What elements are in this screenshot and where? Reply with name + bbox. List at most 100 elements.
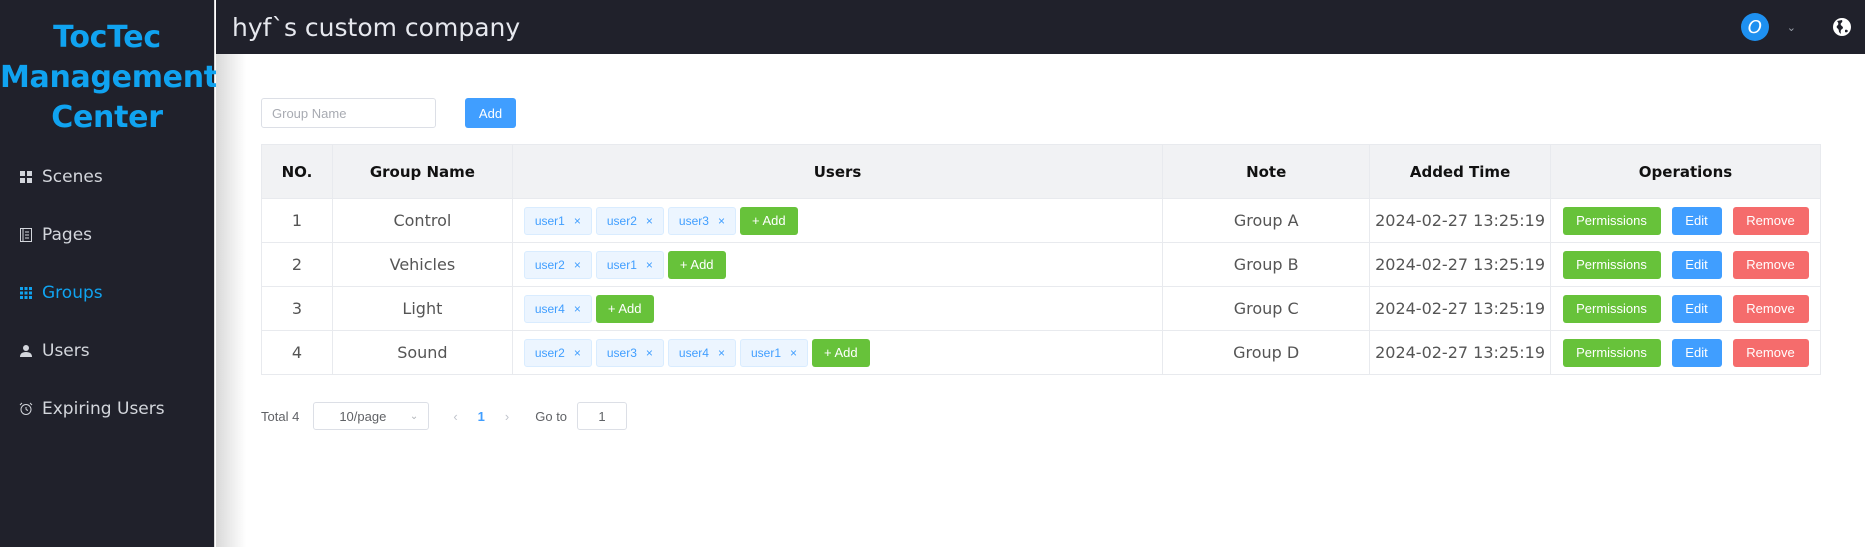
cell-added-time: 2024-02-27 13:25:19 (1369, 242, 1551, 287)
cell-added-time: 2024-02-27 13:25:19 (1369, 286, 1551, 331)
cell-group-name: Sound (331, 330, 513, 375)
close-icon[interactable]: × (646, 258, 653, 272)
content-edge-shadow (216, 54, 246, 547)
cell-added-time: 2024-02-27 13:25:19 (1369, 330, 1551, 375)
user-tag-label: user1 (750, 345, 781, 360)
permissions-button[interactable]: Permissions (1562, 294, 1661, 323)
cell-group-name: Vehicles (331, 242, 513, 287)
sidebar-item-expiring-users[interactable]: Expiring Users (0, 380, 214, 438)
user-tag: user3 × (667, 206, 736, 235)
close-icon[interactable]: × (718, 346, 725, 360)
cell-group-name: Light (331, 286, 513, 331)
close-icon[interactable]: × (646, 214, 653, 228)
next-page-button[interactable]: › (505, 409, 509, 424)
globe-icon[interactable] (1832, 17, 1852, 37)
table-row: 2 Vehicles user2 × user1 × + Add Group B 2024-02… (261, 242, 1821, 287)
goto-label: Go to (535, 408, 568, 424)
chevron-down-icon[interactable]: ⌄ (1787, 21, 1796, 34)
add-user-button[interactable]: + Add (667, 250, 726, 279)
top-header: hyf`s custom company O ⌄ (216, 0, 1865, 54)
table-row: 1 Control user1 × user2 × user3 × + Add Group A 20… (261, 198, 1821, 243)
cell-operations: Permissions Edit Remove (1550, 286, 1821, 331)
table-row: 4 Sound user2 × user3 × user4 × user1 × + Add Group… (261, 330, 1821, 375)
company-name: hyf`s custom company (232, 12, 521, 42)
apps-icon (19, 286, 33, 300)
permissions-button[interactable]: Permissions (1562, 250, 1661, 279)
sidebar-item-groups[interactable]: Groups (0, 264, 214, 322)
pagination: Total 4 10/page ⌄ ‹ 1 › Go to (261, 402, 1821, 430)
close-icon[interactable]: × (718, 214, 725, 228)
cell-no: 2 (261, 242, 333, 287)
user-tag-label: user1 (534, 213, 565, 228)
sidebar-item-label: Expiring Users (42, 399, 165, 419)
page-size-select[interactable]: 10/page ⌄ (313, 402, 430, 430)
column-header-no: NO. (261, 144, 333, 199)
cell-note: Group B (1162, 242, 1371, 287)
close-icon[interactable]: × (574, 302, 581, 316)
column-header-added-time: Added Time (1369, 144, 1551, 199)
remove-button[interactable]: Remove (1732, 294, 1809, 323)
user-tag: user1 × (595, 250, 664, 279)
avatar[interactable]: O (1740, 13, 1769, 41)
alarm-clock-icon (19, 402, 33, 416)
cell-no: 4 (261, 330, 333, 375)
user-tag: user4 × (523, 294, 592, 323)
toolbar: Add (261, 98, 1821, 128)
sidebar: TocTec Management Center Scenes Pages Gr… (0, 0, 218, 547)
brand-line: Center (51, 100, 163, 135)
close-icon[interactable]: × (574, 346, 581, 360)
cell-note: Group A (1162, 198, 1371, 243)
column-header-operations: Operations (1550, 144, 1821, 199)
cell-group-name: Control (331, 198, 513, 243)
table-header-row: NO. Group Name Users Note Added Time Ope… (261, 144, 1821, 199)
prev-page-button[interactable]: ‹ (453, 409, 457, 424)
goto-page-input[interactable] (577, 402, 628, 430)
add-user-button[interactable]: + Add (812, 338, 870, 367)
edit-button[interactable]: Edit (1671, 294, 1722, 323)
user-tag-label: user1 (606, 257, 637, 272)
close-icon[interactable]: × (574, 214, 581, 228)
edit-button[interactable]: Edit (1671, 206, 1722, 235)
permissions-button[interactable]: Permissions (1562, 338, 1661, 367)
document-icon (19, 228, 33, 242)
close-icon[interactable]: × (790, 346, 797, 360)
user-tag: user3 × (595, 338, 664, 367)
group-name-input[interactable] (261, 98, 436, 128)
add-user-button[interactable]: + Add (739, 206, 798, 235)
user-tag: user1 × (523, 206, 592, 235)
edit-button[interactable]: Edit (1671, 250, 1722, 279)
user-tag: user4 × (667, 338, 736, 367)
close-icon[interactable]: × (646, 346, 653, 360)
cell-operations: Permissions Edit Remove (1550, 198, 1821, 243)
page-size-value: 10/page (339, 408, 387, 424)
brand-logo: TocTec Management Center (0, 0, 218, 138)
main-content: Add NO. Group Name Users Note Added Time… (261, 98, 1821, 430)
user-icon (19, 344, 33, 358)
column-header-note: Note (1162, 144, 1371, 199)
remove-button[interactable]: Remove (1732, 250, 1809, 279)
operations-group: Permissions Edit Remove (1551, 294, 1820, 323)
remove-button[interactable]: Remove (1732, 206, 1809, 235)
column-header-users: Users (511, 144, 1164, 199)
page-number-current[interactable]: 1 (478, 409, 485, 424)
operations-group: Permissions Edit Remove (1551, 250, 1820, 279)
add-user-button[interactable]: + Add (595, 294, 654, 323)
cell-no: 1 (261, 198, 333, 243)
remove-button[interactable]: Remove (1732, 338, 1809, 367)
sidebar-item-users[interactable]: Users (0, 322, 214, 380)
permissions-button[interactable]: Permissions (1562, 206, 1661, 235)
sidebar-item-scenes[interactable]: Scenes (0, 148, 214, 206)
cell-operations: Permissions Edit Remove (1550, 242, 1821, 287)
edit-button[interactable]: Edit (1671, 338, 1722, 367)
add-group-button[interactable]: Add (465, 98, 516, 128)
sidebar-item-pages[interactable]: Pages (0, 206, 214, 264)
cell-note: Group C (1162, 286, 1371, 331)
sidebar-item-label: Groups (42, 283, 103, 303)
user-tag: user2 × (523, 338, 592, 367)
close-icon[interactable]: × (574, 258, 581, 272)
sidebar-item-label: Pages (42, 225, 93, 245)
cell-note: Group D (1162, 330, 1371, 375)
user-tag: user2 × (595, 206, 664, 235)
user-tag-label: user4 (534, 301, 565, 316)
user-tag-label: user4 (678, 345, 709, 360)
